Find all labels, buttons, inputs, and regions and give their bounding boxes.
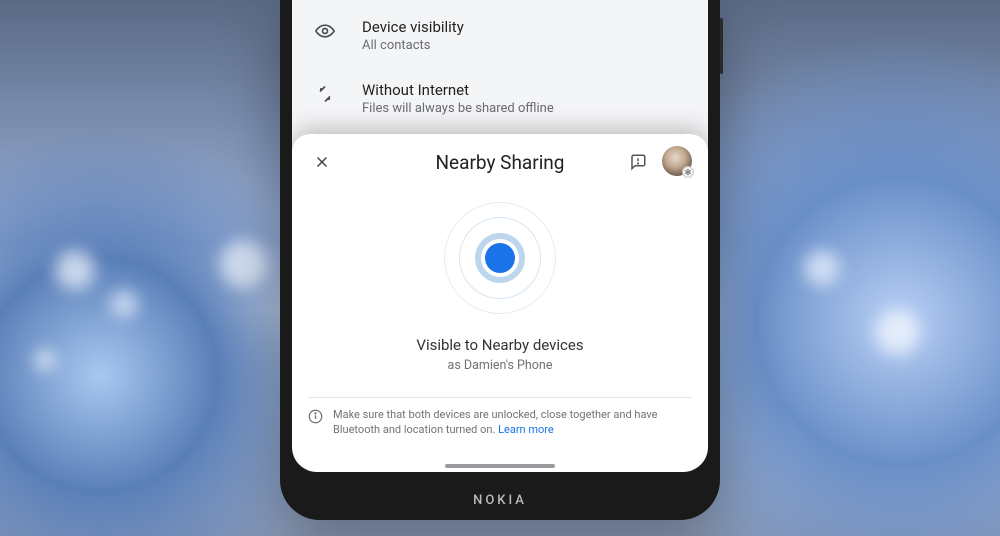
- hint-text: Make sure that both devices are unlocked…: [333, 408, 692, 438]
- info-icon: [308, 409, 323, 428]
- phone-brand-label: NOKIA: [280, 493, 720, 508]
- setting-title: Device visibility: [362, 18, 464, 36]
- feedback-button[interactable]: [626, 150, 650, 174]
- phone-frame: Device visibility All contacts Without I…: [280, 0, 720, 520]
- hint-message: Make sure that both devices are unlocked…: [333, 408, 657, 436]
- eye-icon: [312, 18, 338, 41]
- setting-subtitle: All contacts: [362, 38, 464, 53]
- setting-without-internet[interactable]: Without Internet Files will always be sh…: [292, 67, 708, 130]
- learn-more-link[interactable]: Learn more: [498, 423, 554, 436]
- sheet-title: Nearby Sharing: [436, 151, 565, 174]
- navigation-pill[interactable]: [445, 464, 555, 468]
- offline-icon: [312, 81, 338, 104]
- nearby-sharing-sheet: Nearby Sharing ✻ Visible to: [292, 134, 708, 472]
- setting-device-visibility[interactable]: Device visibility All contacts: [292, 4, 708, 67]
- scanning-indicator: [308, 198, 692, 318]
- setting-subtitle: Files will always be shared offline: [362, 101, 554, 116]
- profile-avatar[interactable]: ✻: [662, 146, 692, 176]
- gear-icon: ✻: [682, 166, 694, 178]
- screen: Device visibility All contacts Without I…: [292, 0, 708, 472]
- power-button: [720, 18, 723, 74]
- visibility-status: Visible to Nearby devices: [308, 336, 692, 354]
- setting-title: Without Internet: [362, 81, 554, 99]
- device-name-label: as Damien's Phone: [308, 358, 692, 373]
- close-button[interactable]: [310, 150, 334, 174]
